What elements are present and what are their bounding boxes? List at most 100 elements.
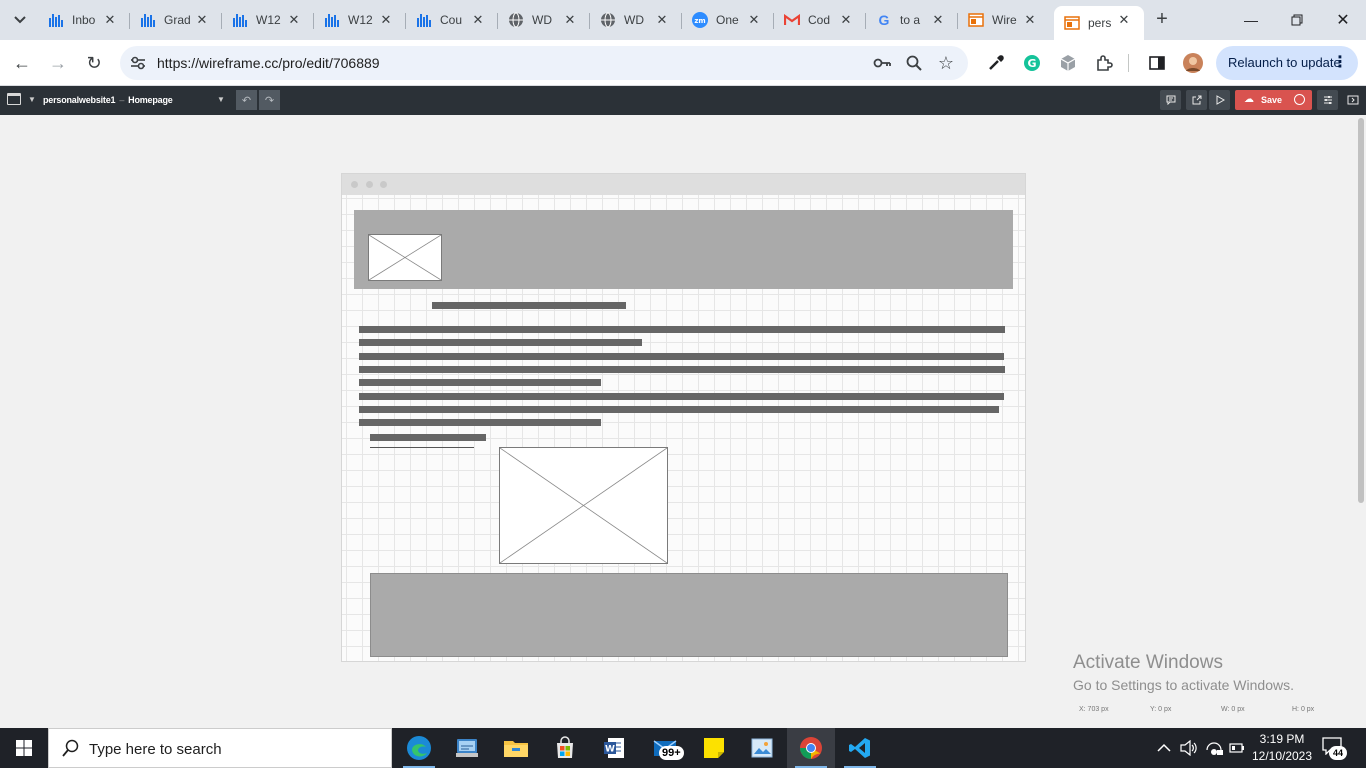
network-icon[interactable] xyxy=(1204,728,1224,768)
close-tab-icon[interactable]: ✕ xyxy=(102,12,118,28)
key-icon[interactable] xyxy=(872,53,892,73)
preview-play-icon[interactable] xyxy=(1209,90,1230,110)
profile-avatar[interactable] xyxy=(1182,52,1204,74)
wireframe-icon xyxy=(1064,15,1080,31)
redo-icon[interactable]: ↷ xyxy=(259,90,280,110)
close-tab-icon[interactable]: ✕ xyxy=(654,12,670,28)
toggle-panel-icon[interactable] xyxy=(1343,90,1363,110)
browser-tab[interactable]: WD ✕ xyxy=(498,6,590,34)
close-tab-icon[interactable]: ✕ xyxy=(286,12,302,28)
browser-tab[interactable]: Wire ✕ xyxy=(958,6,1050,34)
bar-chart-icon xyxy=(416,12,432,28)
close-tab-icon[interactable]: ✕ xyxy=(930,12,946,28)
grammarly-icon[interactable]: G xyxy=(1021,52,1043,74)
chevron-down-icon[interactable]: ▼ xyxy=(28,95,36,104)
close-tab-icon[interactable]: ✕ xyxy=(194,12,210,28)
browser-tab[interactable]: WD ✕ xyxy=(590,6,682,34)
minimize-icon[interactable]: — xyxy=(1228,0,1274,40)
save-button[interactable]: ☁ Save xyxy=(1235,90,1312,110)
windows-start-icon[interactable] xyxy=(0,728,48,768)
sticky-notes-icon[interactable] xyxy=(690,728,738,768)
wireframe-footer-block[interactable] xyxy=(370,573,1008,657)
close-tab-icon[interactable]: ✕ xyxy=(746,12,762,28)
back-arrow-icon[interactable]: ← xyxy=(8,49,36,77)
paragraph-text-line[interactable] xyxy=(359,339,642,346)
heading-text-placeholder[interactable] xyxy=(432,302,626,309)
settings-sliders-icon[interactable] xyxy=(1317,90,1338,110)
paragraph-text-line[interactable] xyxy=(359,393,1004,400)
breadcrumb[interactable]: personalwebsite1– Homepage xyxy=(43,95,173,105)
new-tab-button[interactable]: + xyxy=(1150,8,1174,32)
control-panel-icon[interactable] xyxy=(443,728,491,768)
address-bar[interactable]: https://wireframe.cc/pro/edit/706889 ☆ xyxy=(120,46,968,80)
restore-icon[interactable] xyxy=(1274,0,1320,40)
browser-tab[interactable]: Cou ✕ xyxy=(406,6,498,34)
width-readout: W: 0 px xyxy=(1221,706,1245,713)
wireframe-header-block[interactable] xyxy=(354,210,1013,289)
close-tab-icon[interactable]: ✕ xyxy=(838,12,854,28)
more-menu-icon[interactable]: ⋮ xyxy=(1332,46,1348,80)
show-hidden-icons-chevron-icon[interactable] xyxy=(1157,728,1171,768)
page-menu-icon[interactable] xyxy=(7,93,21,105)
reload-icon[interactable]: ↻ xyxy=(80,49,108,77)
browser-tab[interactable]: Inbo ✕ xyxy=(38,6,130,34)
extension-cube-icon[interactable] xyxy=(1057,52,1079,74)
browser-tab[interactable]: Cod ✕ xyxy=(774,6,866,34)
browser-tab-active[interactable]: pers ✕ xyxy=(1054,6,1144,40)
url-text[interactable]: https://wireframe.cc/pro/edit/706889 xyxy=(157,55,380,71)
close-tab-icon[interactable]: ✕ xyxy=(378,12,394,28)
browser-tab[interactable]: W12 ✕ xyxy=(222,6,314,34)
extensions-puzzle-icon[interactable] xyxy=(1093,52,1115,74)
mail-icon[interactable]: 99+ xyxy=(639,728,691,768)
site-settings-icon[interactable] xyxy=(128,53,148,73)
photos-icon[interactable] xyxy=(738,728,786,768)
close-window-icon[interactable]: ✕ xyxy=(1320,0,1366,40)
paragraph-text-line[interactable] xyxy=(359,406,999,413)
toolbar-divider xyxy=(1128,54,1129,72)
taskbar-search-box[interactable]: Type here to search xyxy=(48,728,392,768)
file-explorer-icon[interactable] xyxy=(492,728,540,768)
volume-icon[interactable] xyxy=(1180,728,1198,768)
paragraph-text-line[interactable] xyxy=(359,366,1005,373)
bookmark-star-icon[interactable]: ☆ xyxy=(936,53,956,73)
zoom-magnifier-icon[interactable] xyxy=(904,53,924,73)
paragraph-text-line[interactable] xyxy=(359,353,1004,360)
link-text-placeholder[interactable] xyxy=(370,434,486,441)
eyedropper-icon[interactable] xyxy=(985,52,1007,74)
edge-icon[interactable] xyxy=(395,728,443,768)
notification-center-icon[interactable]: 44 xyxy=(1322,737,1347,760)
close-tab-icon[interactable]: ✕ xyxy=(1116,12,1132,28)
relaunch-to-update-button[interactable]: Relaunch to update ⋮ xyxy=(1216,46,1358,80)
browser-tab[interactable]: W12 ✕ xyxy=(314,6,406,34)
browser-tab[interactable]: Grad ✕ xyxy=(130,6,222,34)
word-icon[interactable]: W xyxy=(590,728,638,768)
undo-icon[interactable]: ↶ xyxy=(236,90,257,110)
browser-tab[interactable]: G to a ✕ xyxy=(866,6,958,34)
tab-search-chevron-icon[interactable] xyxy=(8,8,32,32)
canvas-scrollbar[interactable] xyxy=(1356,115,1366,728)
close-tab-icon[interactable]: ✕ xyxy=(470,12,486,28)
content-image-placeholder[interactable] xyxy=(499,447,668,564)
page-dropdown-chevron-icon[interactable]: ▼ xyxy=(217,95,225,104)
forward-arrow-icon[interactable]: → xyxy=(44,49,72,77)
microsoft-store-icon[interactable] xyxy=(541,728,589,768)
tab-title: Cou xyxy=(440,13,463,27)
chrome-icon[interactable] xyxy=(787,728,835,768)
vscode-icon[interactable] xyxy=(836,728,884,768)
paragraph-text-line[interactable] xyxy=(359,326,1005,333)
close-tab-icon[interactable]: ✕ xyxy=(562,12,578,28)
side-panel-icon[interactable] xyxy=(1146,52,1168,74)
system-clock[interactable]: 3:19 PM 12/10/2023 xyxy=(1246,731,1318,765)
scrollbar-thumb[interactable] xyxy=(1358,118,1364,503)
paragraph-text-line[interactable] xyxy=(359,379,601,386)
logo-image-placeholder[interactable] xyxy=(368,234,442,281)
history-clock-icon[interactable] xyxy=(1294,94,1305,105)
paragraph-text-line[interactable] xyxy=(359,419,601,426)
browser-tab[interactable]: zm One ✕ xyxy=(682,6,774,34)
share-link-icon[interactable] xyxy=(1186,90,1207,110)
battery-icon[interactable] xyxy=(1229,728,1245,768)
comments-icon[interactable] xyxy=(1160,90,1181,110)
tab-title: Wire xyxy=(992,13,1017,27)
close-tab-icon[interactable]: ✕ xyxy=(1022,12,1038,28)
globe-icon xyxy=(600,12,616,28)
